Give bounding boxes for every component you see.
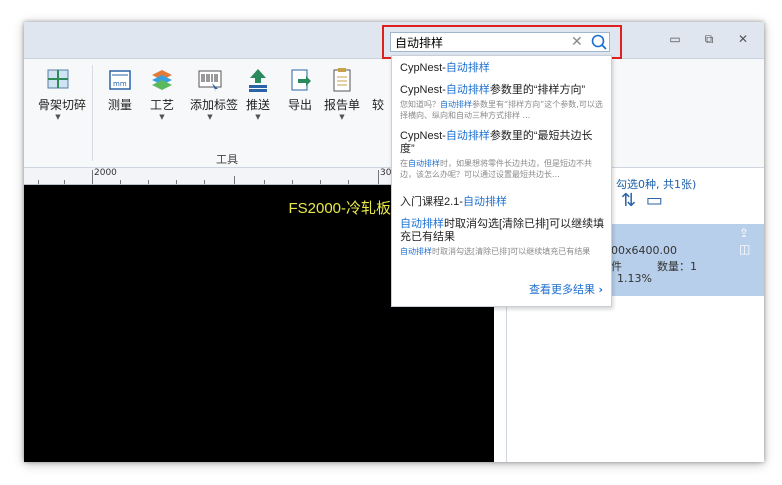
result-desc: 时取消勾选[清除已排]可以继续填充已有结果 (432, 247, 591, 256)
search-icon[interactable] (590, 33, 608, 51)
sheet-size: 00x6400.00 (611, 244, 677, 257)
sort-icon[interactable]: ⇅ (621, 190, 636, 211)
export-button[interactable]: 导出 (280, 67, 320, 113)
export-sheet-icon[interactable]: ⇪ (739, 226, 749, 240)
result-desc-highlight: 自动排样 (440, 100, 472, 109)
chevron-down-icon: ▼ (255, 113, 261, 121)
search-result-item[interactable]: 自动排样时取消勾选[清除已排]可以继续填充已有结果 自动排样时取消勾选[清除已排… (400, 218, 605, 257)
tool-label: 工艺 (149, 98, 174, 112)
result-title: CypNest- (400, 130, 446, 142)
ruler-label: 2000 (94, 168, 117, 178)
view-more-results-link[interactable]: 查看更多结果 › (529, 281, 603, 297)
chevron-down-icon: ▼ (339, 113, 345, 121)
search-result-item[interactable]: CypNest-自动排样参数里的“最短共边长度” 在自动排样时，如果想将零件长边… (400, 130, 605, 180)
tool-label: 导出 (287, 98, 312, 112)
search-result-item[interactable]: 入门课程2.1-自动排样 (400, 196, 605, 209)
save-sheet-icon[interactable]: ◫ (739, 242, 750, 256)
tool-label: 较 (371, 98, 384, 112)
barcode-icon (198, 67, 222, 93)
report-button[interactable]: 报告单 ▼ (322, 67, 362, 121)
result-title-highlight: 自动排样 (445, 84, 490, 96)
group-label-tools: 工具 (216, 153, 238, 166)
result-desc: 在 (400, 159, 408, 168)
result-title-highlight: 自动排样 (400, 218, 444, 230)
result-title-highlight: 自动排样 (445, 130, 490, 142)
tool-label: 报告单 (323, 98, 360, 112)
result-desc-highlight: 自动排样 (400, 247, 432, 256)
partial-tool-button[interactable]: 较 (368, 67, 388, 113)
result-title-highlight: 自动排样 (445, 62, 490, 74)
search-input[interactable] (395, 34, 565, 50)
chevron-down-icon: ▼ (159, 113, 165, 121)
skeleton-cut-icon (46, 67, 70, 93)
result-desc: 您知道吗？ (400, 100, 440, 109)
tool-label: 测量 (107, 98, 132, 112)
minimize-icon[interactable]: ▭ (666, 31, 684, 47)
skeleton-cut-button[interactable]: 骨架切碎 ▼ (38, 67, 87, 121)
tool-label: 添加标签 (190, 98, 239, 112)
result-title: 参数里的“排样方向” (489, 84, 586, 96)
chevron-right-icon: › (598, 283, 603, 296)
chevron-down-icon: ▼ (55, 113, 61, 121)
result-title: CypNest- (400, 84, 446, 96)
restore-icon[interactable]: ⧉ (700, 31, 718, 47)
sheet-usage: 1.13% (617, 272, 652, 285)
add-label-button[interactable]: 添加标签 ▼ (190, 67, 239, 121)
export-icon (288, 67, 312, 93)
search-results-dropdown: CypNest-自动排样 CypNest-自动排样参数里的“排样方向” 您知道吗… (391, 55, 612, 307)
process-button[interactable]: 工艺 ▼ (142, 67, 182, 121)
ruler-label: 30 (380, 168, 392, 178)
upload-icon (246, 67, 270, 93)
tool-label: 骨架切碎 (38, 98, 87, 112)
measure-button[interactable]: mm 测量 (100, 67, 140, 113)
result-title: CypNest- (400, 62, 446, 74)
panel-toolbar: ☰ ⇅ ▭ (595, 190, 755, 218)
divider (92, 65, 93, 161)
chevron-down-icon: ▼ (207, 113, 213, 121)
layers-icon (150, 67, 174, 93)
save-icon[interactable]: ▭ (646, 190, 663, 211)
clear-icon[interactable]: ✕ (571, 34, 583, 50)
search-result-item[interactable]: CypNest-自动排样 (400, 62, 605, 75)
sheet-title: FS2000-冷轧板- (288, 200, 396, 217)
view-more-label: 查看更多结果 (528, 283, 595, 296)
result-desc-highlight: 自动排样 (408, 159, 440, 168)
close-icon[interactable]: ✕ (734, 31, 752, 47)
result-title-highlight: 自动排样 (462, 196, 507, 208)
svg-text:mm: mm (113, 80, 127, 88)
search-result-item[interactable]: CypNest-自动排样参数里的“排样方向” 您知道吗？自动排样参数里有“排样方… (400, 84, 605, 121)
clipboard-icon (330, 67, 354, 93)
push-button[interactable]: 推送 ▼ (238, 67, 278, 121)
ruler-icon: mm (108, 67, 132, 93)
tool-label: 推送 (245, 98, 270, 112)
result-title: 入门课程2.1- (400, 196, 463, 208)
search-box[interactable]: ✕ (390, 32, 610, 52)
sheet-quantity: 数量：1 (657, 260, 697, 273)
